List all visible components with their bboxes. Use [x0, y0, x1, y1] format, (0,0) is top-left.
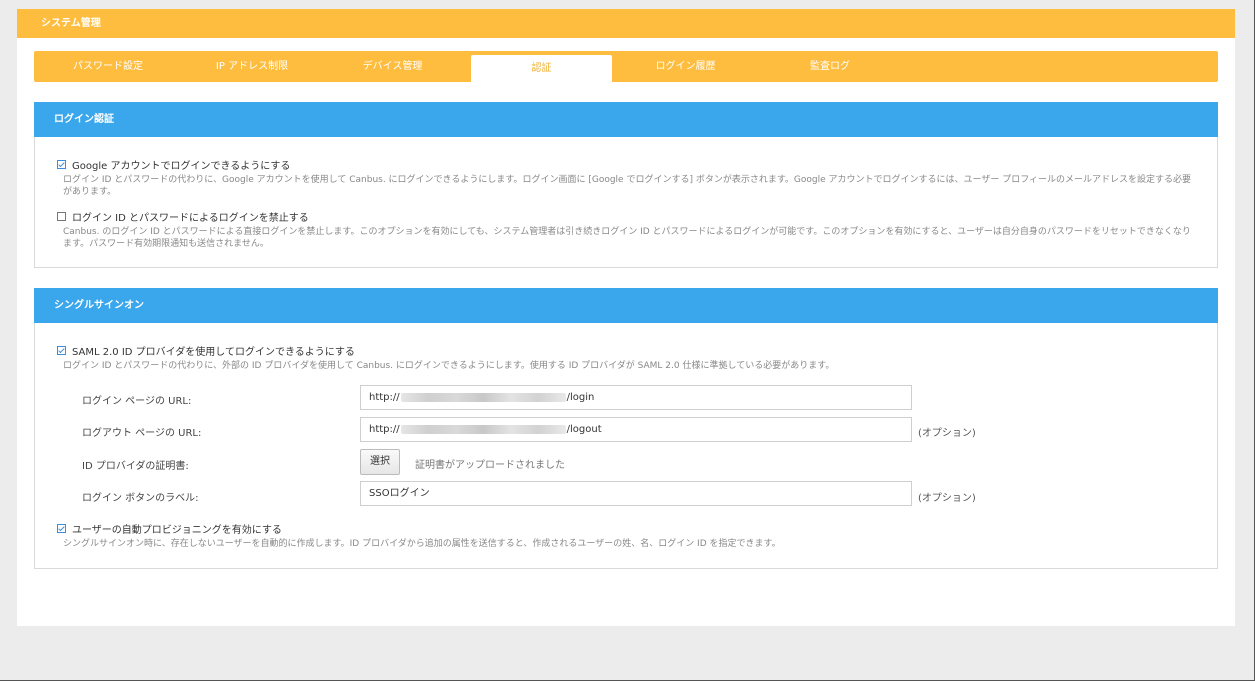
- auto-provisioning-option: ユーザーの自動プロビジョニングを有効にする シングルサインオン時に、存在しないユ…: [57, 521, 1197, 550]
- page-title: システム管理: [17, 9, 1235, 38]
- cert-status: 証明書がアップロードされました: [415, 460, 565, 471]
- tab-password-settings[interactable]: パスワード設定: [34, 51, 182, 82]
- button-label-input[interactable]: SSOログイン: [360, 481, 912, 506]
- google-login-option: Google アカウントでログインできるようにする ログイン ID とパスワード…: [57, 157, 1197, 198]
- redacted-host: [400, 424, 566, 434]
- optional-note: (オプション): [918, 493, 976, 504]
- section-title: シングルサインオン: [34, 288, 1218, 323]
- disable-password-option: ログイン ID とパスワードによるログインを禁止する Canbus. のログイン…: [57, 209, 1197, 250]
- saml-label: SAML 2.0 ID プロバイダを使用してログインできるようにする: [72, 347, 355, 358]
- tab-bar: パスワード設定 IP アドレス制限 デバイス管理 認証 ログイン履歴 監査ログ: [34, 51, 1218, 82]
- tab-login-history[interactable]: ログイン履歴: [612, 51, 759, 82]
- tab-device-management[interactable]: デバイス管理: [322, 51, 463, 82]
- auto-provisioning-checkbox[interactable]: [57, 524, 66, 533]
- redacted-host: [400, 392, 566, 402]
- login-auth-section: ログイン認証 Google アカウントでログインできるようにする ログイン ID…: [34, 102, 1218, 268]
- login-url-label: ログイン ページの URL:: [82, 396, 192, 407]
- idp-cert-label: ID プロバイダの証明書:: [82, 461, 189, 472]
- disable-password-checkbox[interactable]: [57, 212, 66, 221]
- logout-url-label: ログアウト ページの URL:: [82, 428, 202, 439]
- login-url-input[interactable]: http:// /login: [360, 385, 912, 410]
- sso-section: シングルサインオン SAML 2.0 ID プロバイダを使用してログインできるよ…: [34, 288, 1218, 569]
- login-url-suffix: /login: [566, 392, 595, 403]
- saml-option: SAML 2.0 ID プロバイダを使用してログインできるようにする ログイン …: [57, 343, 1197, 372]
- button-label-label: ログイン ボタンのラベル:: [82, 493, 199, 504]
- tab-audit-log[interactable]: 監査ログ: [759, 51, 901, 82]
- google-login-label: Google アカウントでログインできるようにする: [72, 161, 291, 172]
- logout-url-input[interactable]: http:// /logout: [360, 417, 912, 442]
- logout-url-prefix: http://: [369, 424, 400, 435]
- google-login-checkbox[interactable]: [57, 160, 66, 169]
- select-cert-button[interactable]: 選択: [360, 449, 400, 475]
- logout-url-suffix: /logout: [566, 424, 602, 435]
- optional-note: (オプション): [918, 428, 976, 439]
- auto-provisioning-label: ユーザーの自動プロビジョニングを有効にする: [72, 525, 282, 536]
- disable-password-label: ログイン ID とパスワードによるログインを禁止する: [72, 213, 309, 224]
- google-login-description: ログイン ID とパスワードの代わりに、Google アカウントを使用して Ca…: [63, 175, 1192, 197]
- section-title: ログイン認証: [34, 102, 1218, 137]
- auto-provisioning-description: シングルサインオン時に、存在しないユーザーを自動的に作成します。ID プロバイダ…: [63, 539, 781, 549]
- tab-authentication[interactable]: 認証: [471, 55, 612, 82]
- tab-ip-restriction[interactable]: IP アドレス制限: [182, 51, 322, 82]
- saml-checkbox[interactable]: [57, 346, 66, 355]
- system-admin-panel: システム管理 パスワード設定 IP アドレス制限 デバイス管理 認証 ログイン履…: [17, 9, 1235, 626]
- saml-description: ログイン ID とパスワードの代わりに、外部の ID プロバイダを使用して Ca…: [63, 361, 835, 371]
- disable-password-description: Canbus. のログイン ID とパスワードによる直接ログインを禁止します。こ…: [63, 227, 1191, 249]
- login-url-prefix: http://: [369, 392, 400, 403]
